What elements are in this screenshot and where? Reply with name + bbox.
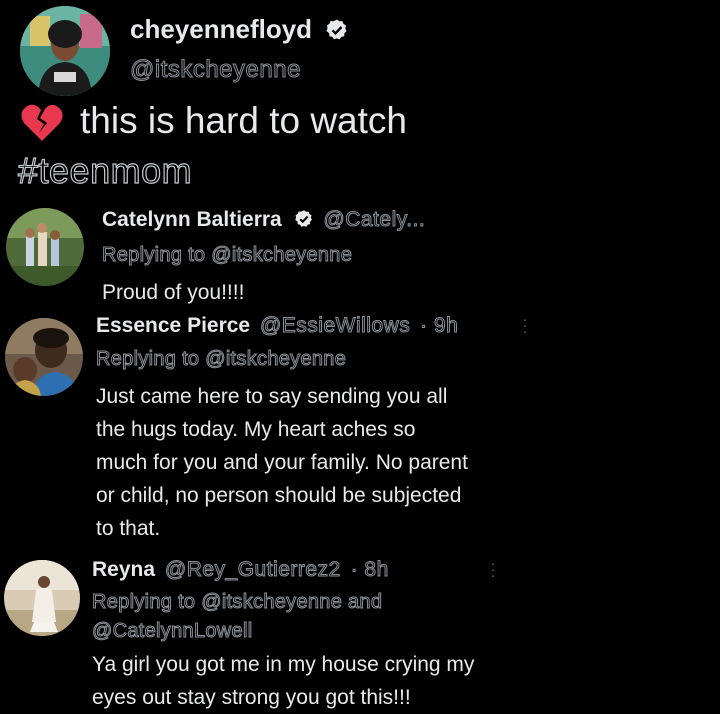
display-name-text: cheyennefloyd	[130, 14, 313, 44]
avatar-cheyennefloyd[interactable]	[20, 6, 110, 96]
reply-time: · 8h	[350, 558, 389, 582]
reply-time: · 9h	[420, 314, 459, 338]
avatar-image	[20, 6, 110, 96]
reply-header-catelynn[interactable]: Catelynn Baltierra @Cately...	[102, 208, 425, 232]
reply-display-name: Essence Pierce	[96, 314, 251, 337]
more-options-icon[interactable]: · · ·	[522, 312, 528, 338]
main-display-name[interactable]: cheyennefloyd	[130, 14, 349, 45]
more-options-icon[interactable]: · · ·	[490, 556, 496, 582]
reply-text-line: Just came here to say sending you all	[96, 385, 448, 408]
broken-heart-icon	[20, 103, 64, 143]
reply-text-line: Ya girl you got me in my house crying my	[92, 653, 475, 676]
reply-header-essence[interactable]: Essence Pierce @EssieWillows · 9h	[96, 314, 458, 338]
replying-to[interactable]: Replying to @itskcheyenne	[101, 244, 352, 267]
hashtag-link[interactable]: #teenmom	[17, 149, 192, 192]
replying-to[interactable]: Replying to @itskcheyenne	[95, 348, 346, 371]
avatar-essence[interactable]	[5, 318, 83, 396]
reply-text: Ya girl you got me in my house crying my…	[92, 648, 474, 714]
reply-text-line: eyes out stay strong you got this!!!	[92, 686, 411, 709]
reply-text-line: to that.	[96, 517, 161, 540]
verified-badge-icon	[326, 19, 347, 40]
avatar-image	[4, 560, 80, 636]
reply-text-line: the hugs today. My heart aches so	[96, 418, 416, 441]
reply-handle: @EssieWillows	[259, 314, 411, 338]
reply-display-name: Catelynn Baltierra	[102, 208, 282, 231]
replying-to-continued[interactable]: @CatelynnLowell	[91, 620, 252, 643]
avatar-image	[5, 318, 83, 396]
reply-display-name: Reyna	[92, 558, 156, 581]
reply-handle: @Cately...	[323, 208, 426, 232]
avatar-reyna[interactable]	[4, 560, 80, 636]
main-handle[interactable]: @itskcheyenne	[130, 56, 301, 84]
reply-text-line: much for you and your family. No parent	[96, 451, 468, 474]
verified-badge-icon	[294, 210, 312, 227]
reply-handle: @Rey_Gutierrez2	[164, 558, 341, 582]
reply-header-reyna[interactable]: Reyna @Rey_Gutierrez2 · 8h	[92, 558, 389, 582]
main-tweet-text: this is hard to watch	[80, 100, 407, 141]
replying-to[interactable]: Replying to @itskcheyenne and	[91, 591, 382, 614]
avatar-image	[6, 208, 84, 286]
reply-text: Just came here to say sending you all th…	[96, 380, 468, 545]
avatar-catelynn[interactable]	[6, 208, 84, 286]
reply-text-line: or child, no person should be subjected	[96, 484, 462, 507]
reply-text: Proud of you!!!!	[102, 281, 245, 304]
